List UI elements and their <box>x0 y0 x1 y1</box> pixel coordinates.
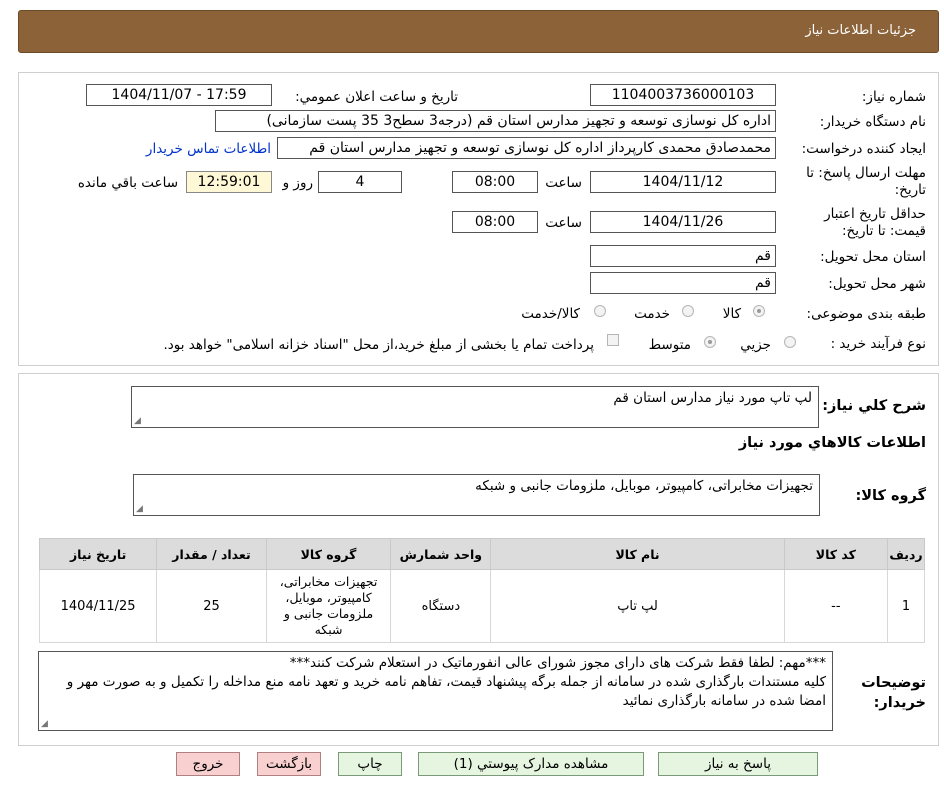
back-button[interactable]: بازگشت <box>257 752 321 776</box>
province-label: استان محل تحویل: <box>820 249 926 265</box>
col-header-goods-code: کد کالا <box>783 538 889 570</box>
goods-group-textarea[interactable]: تجهیزات مخابراتی، کامپیوتر، موبایل، ملزو… <box>133 474 820 516</box>
announce-datetime-field[interactable]: 1404/11/07 - 17:59 <box>86 84 272 106</box>
price-validity-time-field[interactable]: 08:00 <box>452 211 538 233</box>
buyer-notes-textarea[interactable]: ***مهم: لطفا فقط شرکت های دارای مجوز شور… <box>38 651 833 731</box>
treasury-payment-note: پرداخت تمام یا بخشی از مبلغ خرید،از محل … <box>163 337 594 353</box>
col-header-quantity: تعداد / مقدار <box>156 538 267 570</box>
price-validity-label: حداقل تاریخ اعتبار قیمت: تا تاریخ: <box>824 206 926 239</box>
reply-button[interactable]: پاسخ به نیاز <box>658 752 818 776</box>
col-header-need-date: تاریخ نیاز <box>38 538 158 570</box>
page-header: جزئیات اطلاعات نیاز <box>18 10 939 53</box>
price-validity-date-field[interactable]: 1404/11/26 <box>590 211 776 233</box>
reply-days-label: روز و <box>282 175 313 191</box>
announce-datetime-label: تاریخ و ساعت اعلان عمومي: <box>295 89 458 105</box>
reply-deadline-label: مهلت ارسال پاسخ: تا تاریخ: <box>806 165 926 198</box>
goods-group-label: گروه کالا: <box>855 488 926 504</box>
reply-deadline-time-label: ساعت <box>545 175 582 191</box>
col-header-unit: واحد شمارش <box>390 538 492 570</box>
cell-goods-code: -- <box>783 569 889 643</box>
buyer-notes-line-1: ***مهم: لطفا فقط شرکت های دارای مجوز شور… <box>289 655 826 671</box>
resize-grip-icon[interactable]: ◢ <box>134 417 141 426</box>
buyer-contact-link[interactable]: اطلاعات تماس خریدار <box>146 141 271 157</box>
buyer-org-field[interactable]: اداره کل نوسازی توسعه و تجهیز مدارس استا… <box>215 110 776 132</box>
treasury-payment-checkbox[interactable] <box>607 334 619 346</box>
category-option-goods-service: کالا/خدمت <box>521 306 580 322</box>
general-desc-text: لپ تاپ مورد نیاز مدارس استان قم <box>613 390 812 406</box>
table-header-row: ردیف کد کالا نام کالا واحد شمارش گروه کا… <box>38 538 925 570</box>
need-number-label: شماره نیاز: <box>861 89 926 105</box>
process-type-label: نوع فرآیند خرید : <box>830 336 926 352</box>
process-radio-medium[interactable] <box>704 336 716 348</box>
reply-deadline-date-field[interactable]: 1404/11/12 <box>590 171 776 193</box>
resize-grip-icon[interactable]: ◢ <box>136 505 143 514</box>
general-desc-textarea[interactable]: لپ تاپ مورد نیاز مدارس استان قم ◢ <box>131 386 819 428</box>
city-label: شهر محل تحویل: <box>828 276 926 292</box>
goods-info-title: اطلاعات کالاهاي مورد نیاز <box>738 435 926 451</box>
cell-unit: دستگاه <box>390 569 492 643</box>
buyer-notes-line-2: کلیه مستندات بارگذاری شده در سامانه از ج… <box>66 674 826 709</box>
page-title: جزئیات اطلاعات نیاز <box>805 23 916 38</box>
category-option-goods: کالا <box>722 306 741 322</box>
province-field[interactable]: قم <box>590 245 776 267</box>
buyer-notes-label: توضیحات خریدار: <box>861 675 926 711</box>
cell-goods-group: تجهیزات مخابراتی، کامپیوتر، موبایل، ملزو… <box>265 569 392 643</box>
category-radio-goods-service[interactable] <box>594 305 606 317</box>
requester-label: ایجاد کننده درخواست: <box>801 141 926 157</box>
col-header-goods-name: نام کالا <box>490 538 785 570</box>
goods-group-text: تجهیزات مخابراتی، کامپیوتر، موبایل، ملزو… <box>475 478 813 494</box>
need-number-field[interactable]: 1104003736000103 <box>590 84 776 106</box>
exit-button[interactable]: خروج <box>176 752 240 776</box>
remaining-time-field: 12:59:01 <box>186 171 272 193</box>
cell-row-number: 1 <box>887 569 925 643</box>
resize-grip-icon[interactable]: ◢ <box>41 720 48 729</box>
reply-deadline-time-field[interactable]: 08:00 <box>452 171 538 193</box>
cell-quantity: 25 <box>156 569 267 643</box>
buyer-org-label: نام دستگاه خریدار: <box>819 114 926 130</box>
goods-table: ردیف کد کالا نام کالا واحد شمارش گروه کا… <box>38 538 925 643</box>
col-header-goods-group: گروه کالا <box>265 538 392 570</box>
remaining-time-label: ساعت باقي مانده <box>77 175 178 191</box>
reply-days-field[interactable]: 4 <box>318 171 402 193</box>
cell-need-date: 1404/11/25 <box>38 569 158 643</box>
requester-field[interactable]: محمدصادق محمدی کارپرداز اداره کل نوسازی … <box>277 137 776 159</box>
category-radio-goods[interactable] <box>753 305 765 317</box>
table-row[interactable]: 1 -- لپ تاپ دستگاه تجهیزات مخابراتی، کام… <box>38 569 925 643</box>
cell-goods-name: لپ تاپ <box>490 569 785 643</box>
category-radio-service[interactable] <box>682 305 694 317</box>
city-field[interactable]: قم <box>590 272 776 294</box>
process-option-small: جزیي <box>740 337 771 353</box>
price-validity-time-label: ساعت <box>545 215 582 231</box>
category-option-service: خدمت <box>634 306 670 322</box>
process-option-medium: متوسط <box>648 337 691 353</box>
process-radio-small[interactable] <box>784 336 796 348</box>
view-attachments-button[interactable]: مشاهده مدارک پیوستي (1) <box>418 752 644 776</box>
print-button[interactable]: چاپ <box>338 752 402 776</box>
col-header-row-number: ردیف <box>887 538 925 570</box>
category-label: طبقه بندی موضوعی: <box>806 306 926 322</box>
general-desc-label: شرح کلي نیاز: <box>822 398 926 414</box>
